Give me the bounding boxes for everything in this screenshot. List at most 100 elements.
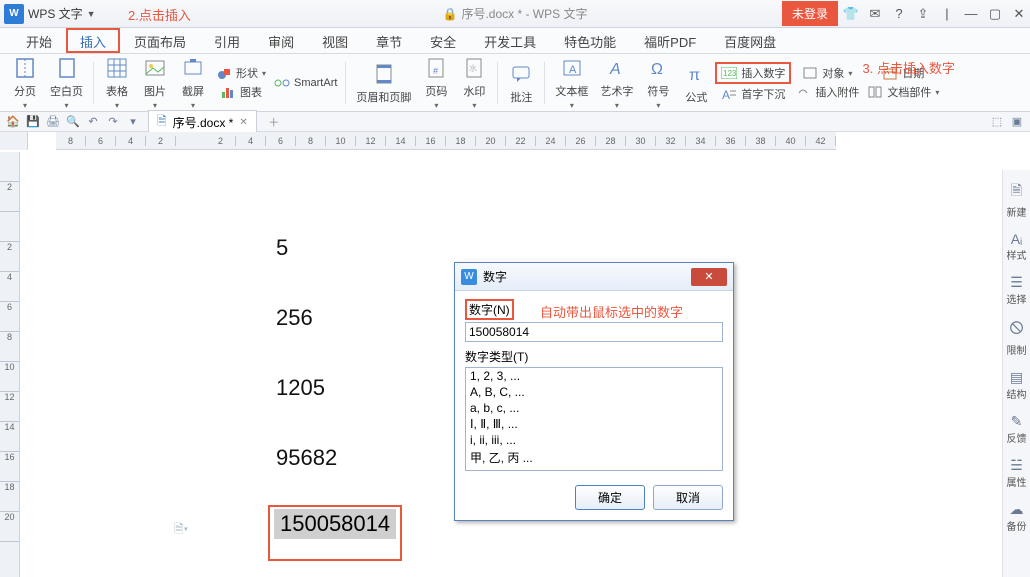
split-button[interactable]: 分页▾ — [6, 53, 44, 112]
type-option[interactable]: Ⅰ, Ⅱ, Ⅲ, ... — [466, 416, 722, 432]
svg-text:水: 水 — [469, 63, 477, 73]
symbol-icon: Ω — [645, 55, 671, 81]
attach-icon — [795, 84, 811, 100]
new-tab-icon[interactable]: ＋ — [265, 113, 283, 131]
svg-text:Ω: Ω — [651, 61, 663, 78]
comment-icon — [508, 61, 534, 87]
qat-preview-icon[interactable]: 🔍 — [64, 113, 82, 131]
number-input[interactable] — [465, 322, 723, 342]
tab-review[interactable]: 审阅 — [254, 28, 308, 53]
tab-chapter[interactable]: 章节 — [362, 28, 416, 53]
number-dialog: W 数字 ✕ 数字(N) 数字类型(T) 1, 2, 3, ... A, B, … — [454, 262, 734, 521]
side-struct[interactable]: ▤结构 — [1003, 365, 1030, 405]
watermark-icon: 水 — [461, 55, 487, 81]
type-option[interactable]: 甲, 乙, 丙 ... — [466, 448, 722, 467]
wordart-icon: A — [604, 55, 630, 81]
qat-print-icon[interactable]: 🖨 — [44, 113, 62, 131]
share-icon[interactable]: ⇪ — [912, 3, 934, 25]
dialog-close-button[interactable]: ✕ — [691, 268, 727, 286]
dialog-title-bar[interactable]: W 数字 ✕ — [455, 263, 733, 291]
side-feedback[interactable]: ✎反馈 — [1003, 409, 1030, 449]
tab-special[interactable]: 特色功能 — [550, 28, 630, 53]
object-button[interactable]: 对象▾ — [791, 64, 863, 82]
doc-line-3: 1205 — [276, 375, 325, 401]
side-style[interactable]: Aᵢ样式 — [1003, 227, 1030, 266]
type-option[interactable]: 1, 2, 3, ... — [466, 368, 722, 384]
type-list[interactable]: 1, 2, 3, ... A, B, C, ... a, b, c, ... Ⅰ… — [465, 367, 723, 471]
side-select[interactable]: ☰选择 — [1003, 270, 1030, 310]
tab-baidu[interactable]: 百度网盘 — [710, 28, 790, 53]
dialog-title: 数字 — [483, 268, 507, 285]
doc-title-text: 序号.docx * - WPS 文字 — [461, 5, 587, 22]
ok-button[interactable]: 确定 — [575, 485, 645, 510]
tab-ref[interactable]: 引用 — [200, 28, 254, 53]
wordart-button[interactable]: A艺术字▾ — [594, 53, 639, 112]
headerfooter-button[interactable]: 页眉和页脚 — [350, 59, 417, 107]
docparts-button[interactable]: 文档部件▾ — [863, 83, 943, 101]
vertical-ruler[interactable]: 22468101214161820 — [0, 152, 20, 577]
shape-button[interactable]: 形状▾ — [212, 64, 270, 82]
qat-home-icon[interactable]: 🏠 — [4, 113, 22, 131]
selected-number-box: 150058014 — [268, 505, 402, 561]
tab-devtools[interactable]: 开发工具 — [470, 28, 550, 53]
qat-more-icon[interactable]: ▾ — [124, 113, 142, 131]
formula-button[interactable]: π公式 — [677, 59, 715, 107]
qat-redo-icon[interactable]: ↷ — [104, 113, 122, 131]
tab-view[interactable]: 视图 — [308, 28, 362, 53]
close-icon[interactable]: ✕ — [1008, 3, 1030, 25]
dropcap-icon: A — [721, 86, 737, 102]
watermark-button[interactable]: 水水印▾ — [455, 53, 493, 112]
screenshot-button[interactable]: 截屏▾ — [174, 53, 212, 112]
chat-icon[interactable]: ✉ — [864, 3, 886, 25]
login-button[interactable]: 未登录 — [782, 1, 838, 26]
qat-right2-icon[interactable]: ▣ — [1008, 113, 1026, 131]
qat-right1-icon[interactable]: ⬚ — [988, 113, 1006, 131]
table-button[interactable]: 表格▾ — [98, 53, 136, 112]
tab-layout[interactable]: 页面布局 — [120, 28, 200, 53]
tab-safe[interactable]: 安全 — [416, 28, 470, 53]
qat-undo-icon[interactable]: ↶ — [84, 113, 102, 131]
tab-foxit[interactable]: 福昕PDF — [630, 28, 710, 53]
attach-button[interactable]: 插入附件 — [791, 83, 863, 101]
svg-text:A: A — [609, 61, 621, 78]
qat-save-icon[interactable]: 💾 — [24, 113, 42, 131]
limit-icon: 🛇 — [1003, 318, 1030, 342]
maximize-icon[interactable]: ▢ — [984, 3, 1006, 25]
doc-line-1: 5 — [276, 235, 288, 261]
image-button[interactable]: 图片▾ — [136, 53, 174, 112]
type-option[interactable]: A, B, C, ... — [466, 384, 722, 400]
pagenum-button[interactable]: #页码▾ — [417, 53, 455, 112]
selected-number[interactable]: 150058014 — [274, 509, 396, 539]
type-option[interactable]: a, b, c, ... — [466, 400, 722, 416]
comment-button[interactable]: 批注 — [502, 59, 540, 107]
doc-tab-close-icon[interactable]: ✕ — [239, 117, 247, 128]
paragraph-options-icon[interactable]: 🗎▾ — [174, 520, 188, 541]
cancel-button[interactable]: 取消 — [653, 485, 723, 510]
horizontal-ruler[interactable]: 8642246810121416182022242628303234363840… — [56, 132, 836, 150]
dialog-logo-icon: W — [461, 269, 477, 285]
app-name: WPS 文字 — [28, 5, 83, 22]
doc-line-4: 95682 — [276, 445, 337, 471]
dropcap-button[interactable]: A首字下沉 — [715, 85, 791, 103]
app-dropdown-icon[interactable]: ▼ — [87, 9, 96, 19]
tab-start[interactable]: 开始 — [12, 28, 66, 53]
symbol-button[interactable]: Ω符号▾ — [639, 53, 677, 112]
doc-tab[interactable]: 🗎 序号.docx * ✕ — [148, 110, 257, 134]
type-option[interactable]: i, ii, iii, ... — [466, 432, 722, 448]
textbox-icon: A — [559, 55, 585, 81]
svg-text:π: π — [689, 67, 700, 84]
chart-button[interactable]: 图表 — [212, 83, 270, 101]
minimize-icon[interactable]: — — [960, 3, 982, 25]
side-new[interactable]: 🗎新建 — [1003, 176, 1030, 223]
insert-number-button[interactable]: 123插入数字 — [715, 62, 791, 84]
smartart-button[interactable]: SmartArt — [270, 74, 341, 92]
select-icon: ☰ — [1003, 274, 1030, 291]
side-limit[interactable]: 🛇限制 — [1003, 314, 1030, 361]
side-prop[interactable]: ☱属性 — [1003, 453, 1030, 493]
help-icon[interactable]: ? — [888, 3, 910, 25]
textbox-button[interactable]: A文本框▾ — [549, 53, 594, 112]
tab-insert[interactable]: 插入 — [66, 28, 120, 53]
shirt-icon[interactable]: 👕 — [840, 3, 862, 25]
side-backup[interactable]: ☁备份 — [1003, 497, 1030, 537]
blank-button[interactable]: 空白页▾ — [44, 53, 89, 112]
